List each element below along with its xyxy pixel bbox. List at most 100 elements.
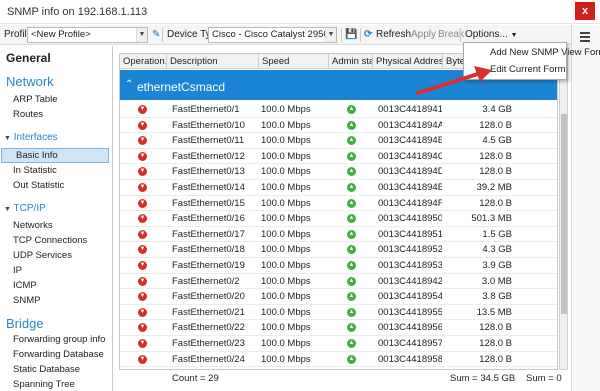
- sidebar-tcpip-heading[interactable]: ▼ TCP/IP: [4, 203, 46, 214]
- table-row[interactable]: ▼ ▲ FastEthernet0/10 100.0 Mbps 0013C441894A…: [120, 118, 557, 134]
- cell-bytes: 128.0 B: [479, 166, 512, 178]
- menu-item-edit-current-form[interactable]: Edit Current Form: [464, 62, 566, 78]
- cell-speed: 100.0 Mbps: [261, 322, 311, 334]
- sidebar-item-udp-services[interactable]: UDP Services: [0, 249, 112, 263]
- table-row[interactable]: ▼ ▲ FastEthernet0/20 100.0 Mbps 0013C4418954…: [120, 289, 557, 305]
- table-row[interactable]: ▼ ▲ FastEthernet0/14 100.0 Mbps 0013C441894E…: [120, 180, 557, 196]
- table-row[interactable]: ▼ ▲ FastEthernet0/17 100.0 Mbps 0013C4418951…: [120, 227, 557, 243]
- table-row[interactable]: ▼ ▲ FastEthernet0/19 100.0 Mbps 0013C4418953…: [120, 258, 557, 274]
- vertical-scrollbar[interactable]: [559, 53, 568, 370]
- status-up-icon: ▲: [347, 214, 356, 224]
- scrollbar-thumb[interactable]: [561, 114, 567, 314]
- status-up-icon: ▲: [347, 105, 356, 114]
- sidebar-bridge-heading: Bridge: [6, 316, 44, 331]
- save-icon[interactable]: 💾: [345, 25, 357, 45]
- cell-desc: FastEthernet0/14: [172, 182, 245, 193]
- sidebar-item-forwarding-group-info[interactable]: Forwarding group info: [0, 333, 112, 347]
- cell-mac: 0013C441894C: [378, 150, 442, 162]
- menu-item-add-new-snmp-view-form[interactable]: Add New SNMP View Form: [464, 45, 600, 61]
- sidebar-item-forwarding-database[interactable]: Forwarding Database: [0, 348, 112, 362]
- column-header-physical-address[interactable]: Physical Address: [373, 54, 443, 69]
- table-row[interactable]: ▼ ▲ FastEthernet0/23 100.0 Mbps 0013C4418957…: [120, 336, 557, 352]
- status-up-icon: ▲: [347, 261, 356, 270]
- sidebar-interfaces-label: Interfaces: [13, 132, 58, 143]
- sidebar-item-tcp-connections[interactable]: TCP Connections: [0, 234, 112, 248]
- sidebar: General Network ARP Table Routes ▼ Inter…: [0, 46, 113, 391]
- cell-mac: 0013C4418958: [378, 353, 442, 365]
- column-header-operation[interactable]: Operation...: [120, 54, 167, 69]
- profile-select[interactable]: <New Profile> ▼: [27, 27, 148, 43]
- cell-speed: 100.0 Mbps: [261, 135, 311, 147]
- status-down-icon: ▼: [138, 198, 147, 208]
- status-down-icon: ▼: [138, 183, 147, 192]
- table-row[interactable]: ▼ ▲ FastEthernet0/22 100.0 Mbps 0013C4418956…: [120, 320, 557, 336]
- pencil-icon[interactable]: ✎: [152, 25, 160, 45]
- status-up-icon: ▲: [347, 198, 356, 208]
- cell-mac: 0013C4418942: [378, 275, 442, 287]
- device-type-value: Cisco - Cisco Catalyst 2950T-24 (aut: [212, 29, 336, 40]
- refresh-button[interactable]: Refresh: [376, 25, 411, 45]
- interfaces-table: Operation... Description Speed Admin sta…: [119, 53, 558, 370]
- table-row[interactable]: ▼ ▲ FastEthernet0/1 100.0 Mbps 0013C4418941 3…: [120, 102, 557, 118]
- sidebar-item-basic-info[interactable]: Basic Info: [1, 148, 109, 163]
- close-button[interactable]: x: [575, 2, 595, 20]
- status-sum-bytes: Sum = 34.5 GB: [450, 373, 516, 384]
- cell-speed: 100.0 Mbps: [261, 119, 311, 131]
- sidebar-item-icmp[interactable]: ICMP: [0, 279, 112, 293]
- cell-desc: FastEthernet0/15: [172, 197, 245, 209]
- cell-speed: 100.0 Mbps: [261, 260, 311, 271]
- sidebar-item-snmp[interactable]: SNMP: [0, 294, 112, 308]
- status-down-icon: ▼: [138, 307, 147, 317]
- collapse-arrow-icon: ▼: [4, 206, 11, 213]
- table-row[interactable]: ▼ ▲ FastEthernet0/21 100.0 Mbps 0013C4418955…: [120, 305, 557, 321]
- sidebar-item-spanning-tree[interactable]: Spanning Tree: [0, 378, 112, 391]
- sidebar-item-static-database[interactable]: Static Database: [0, 363, 112, 377]
- sidebar-item-ip[interactable]: IP: [0, 264, 112, 278]
- status-up-icon: ▲: [347, 323, 356, 333]
- status-down-icon: ▼: [138, 354, 147, 364]
- table-row[interactable]: ▼ ▲ FastEthernet0/13 100.0 Mbps 0013C441894D…: [120, 164, 557, 180]
- column-header-description[interactable]: Description: [167, 54, 259, 69]
- sidebar-item-networks[interactable]: Networks: [0, 219, 112, 233]
- cell-speed: 100.0 Mbps: [261, 150, 311, 162]
- sidebar-item-in-statistic[interactable]: In Statistic: [0, 164, 112, 178]
- status-up-icon: ▲: [347, 167, 356, 177]
- device-type-select[interactable]: Cisco - Cisco Catalyst 2950T-24 (aut ▼: [208, 27, 337, 43]
- status-down-icon: ▼: [138, 276, 147, 286]
- cell-bytes: 128.0 B: [479, 338, 512, 349]
- hamburger-menu-icon[interactable]: [580, 30, 590, 44]
- cell-mac: 0013C4418953: [378, 260, 442, 271]
- sidebar-interfaces-heading[interactable]: ▼ Interfaces: [4, 132, 58, 143]
- cell-desc: FastEthernet0/19: [172, 260, 245, 271]
- cell-bytes: 128.0 B: [479, 353, 512, 365]
- table-row[interactable]: ▼ ▲ FastEthernet0/11 100.0 Mbps 0013C441894B…: [120, 133, 557, 149]
- cell-speed: 100.0 Mbps: [261, 306, 311, 318]
- column-header-admin-status[interactable]: Admin stat...: [329, 54, 373, 69]
- cell-desc: FastEthernet0/20: [172, 291, 245, 303]
- status-down-icon: ▼: [138, 105, 147, 114]
- cell-bytes: 13.5 MB: [476, 306, 512, 318]
- apply-button[interactable]: Apply: [411, 25, 436, 45]
- chevron-down-icon: ▼: [325, 28, 336, 42]
- table-row[interactable]: ▼ ▲ FastEthernet0/2 100.0 Mbps 0013C4418942 3…: [120, 274, 557, 290]
- cell-speed: 100.0 Mbps: [261, 291, 311, 303]
- sidebar-item-arp-table[interactable]: ARP Table: [0, 93, 112, 107]
- status-up-icon: ▲: [347, 307, 356, 317]
- table-row[interactable]: ▼ ▲ FastEthernet0/24 100.0 Mbps 0013C4418958…: [120, 352, 557, 368]
- cell-bytes: 39.2 MB: [476, 182, 512, 193]
- refresh-icon: ⟳: [364, 29, 373, 40]
- sidebar-item-routes[interactable]: Routes: [0, 108, 112, 122]
- cell-mac: 0013C4418941: [378, 104, 442, 115]
- table-row[interactable]: ▼ ▲ FastEthernet0/15 100.0 Mbps 0013C441894F…: [120, 196, 557, 212]
- cell-desc: FastEthernet0/11: [172, 135, 245, 147]
- sidebar-item-out-statistic[interactable]: Out Statistic: [0, 179, 112, 193]
- cell-bytes: 3.9 GB: [482, 260, 512, 271]
- sidebar-general-heading: General: [6, 51, 51, 65]
- cell-bytes: 501.3 MB: [471, 213, 512, 225]
- table-row[interactable]: ▼ ▲ FastEthernet0/16 100.0 Mbps 0013C4418950…: [120, 211, 557, 227]
- table-row[interactable]: ▼ ▲ FastEthernet0/12 100.0 Mbps 0013C441894C…: [120, 149, 557, 165]
- chevron-down-icon: ▼: [510, 32, 518, 39]
- separator: [460, 28, 461, 42]
- table-row[interactable]: ▼ ▲ FastEthernet0/18 100.0 Mbps 0013C4418952…: [120, 242, 557, 258]
- column-header-speed[interactable]: Speed: [259, 54, 329, 69]
